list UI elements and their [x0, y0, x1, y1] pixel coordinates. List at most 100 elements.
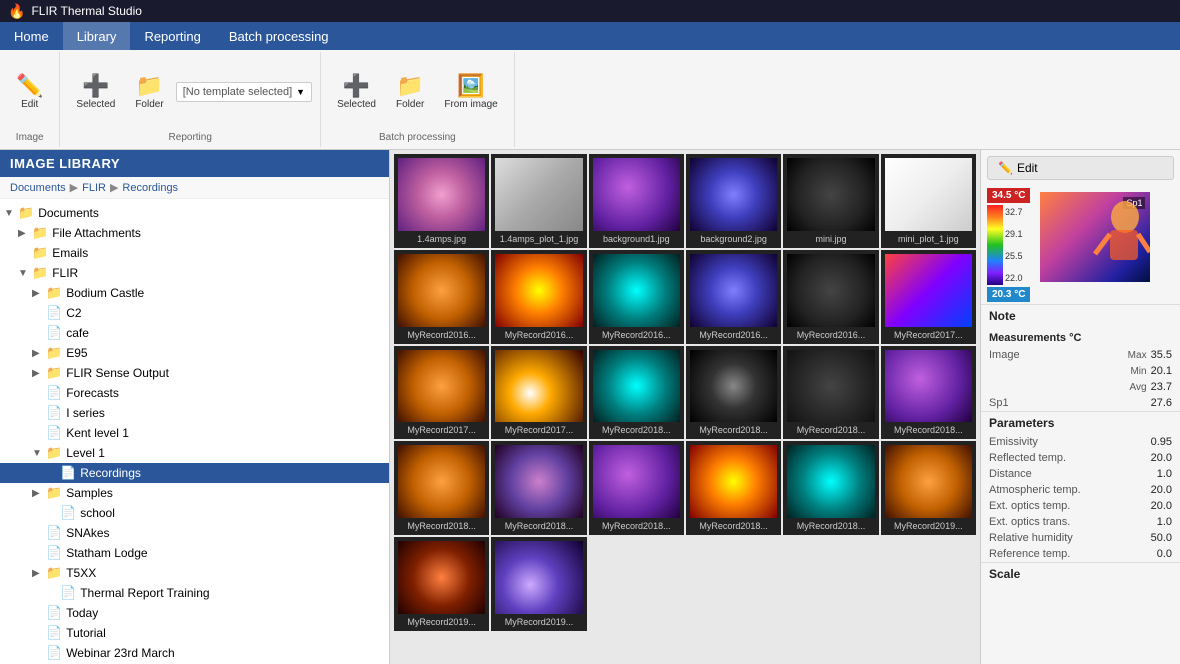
image-label: MyRecord2017... [495, 425, 582, 435]
image-cell[interactable]: MyRecord2017... [394, 346, 489, 440]
menu-home[interactable]: Home [0, 22, 63, 50]
image-cell[interactable]: MyRecord2019... [491, 537, 586, 631]
image-label: MyRecord2017... [885, 330, 972, 340]
image-cell[interactable]: MyRecord2017... [491, 346, 586, 440]
batch-from-image-button[interactable]: 🖼️ From image [436, 71, 505, 114]
tree-item-t5xx[interactable]: ▶ 📁 T5XX [0, 563, 389, 583]
reporting-folder-button[interactable]: 📁 Folder [127, 71, 171, 114]
breadcrumb-documents[interactable]: Documents [10, 182, 66, 194]
tree-item-today[interactable]: 📄 Today [0, 603, 389, 623]
tree-item-forecasts[interactable]: 📄 Forecasts [0, 383, 389, 403]
image-row: Image Max 35.5 [981, 347, 1180, 363]
tree-item-statham[interactable]: 📄 Statham Lodge [0, 543, 389, 563]
tree-item-tutorial[interactable]: 📄 Tutorial [0, 623, 389, 643]
tree-item-cafe[interactable]: 📄 cafe [0, 323, 389, 343]
image-cell[interactable]: MyRecord2016... [589, 250, 684, 344]
template-dropdown[interactable]: [No template selected] ▼ [176, 82, 312, 102]
reporting-selected-button[interactable]: ➕ Selected [68, 71, 123, 114]
image-cell[interactable]: background1.jpg [589, 154, 684, 248]
tree-item-flir[interactable]: ▼ 📁 FLIR [0, 263, 389, 283]
image-cell[interactable]: MyRecord2016... [491, 250, 586, 344]
menu-library[interactable]: Library [63, 22, 131, 50]
add-selected-icon: ➕ [82, 75, 109, 97]
tree-item-webinar23[interactable]: 📄 Webinar 23rd March [0, 643, 389, 663]
image-cell[interactable]: 1.4amps_plot_1.jpg [491, 154, 586, 248]
image-cell[interactable]: background2.jpg [686, 154, 781, 248]
left-panel: IMAGE LIBRARY Documents ▶ FLIR ▶ Recordi… [0, 150, 390, 664]
image-cell[interactable]: MyRecord2016... [686, 250, 781, 344]
chevron-down-icon: ▼ [296, 87, 305, 97]
image-cell[interactable]: MyRecord2017... [881, 250, 976, 344]
image-thumb [593, 254, 680, 327]
image-thumb [495, 445, 582, 518]
image-thumb [495, 541, 582, 614]
batch-selected-button[interactable]: ➕ Selected [329, 71, 384, 114]
image-cell[interactable]: MyRecord2018... [394, 441, 489, 535]
center-panel[interactable]: 1.4amps.jpg 1.4amps_plot_1.jpg backgroun… [390, 150, 980, 664]
arrow-icon: ▶ [32, 288, 46, 299]
tree-item-file-attachments[interactable]: ▶ 📁 File Attachments [0, 223, 389, 243]
file-icon: 📄 [46, 405, 62, 421]
image-cell[interactable]: MyRecord2019... [881, 441, 976, 535]
breadcrumb-recordings[interactable]: Recordings [122, 182, 178, 194]
image-cell[interactable]: MyRecord2019... [394, 537, 489, 631]
tree-item-iseries[interactable]: 📄 I series [0, 403, 389, 423]
pencil-icon: ✏️ [998, 161, 1013, 175]
tree-item-school[interactable]: 📄 school [0, 503, 389, 523]
breadcrumb-flir[interactable]: FLIR [82, 182, 106, 194]
tree-item-kent[interactable]: 📄 Kent level 1 [0, 423, 389, 443]
avg-row: Avg 23.7 [981, 379, 1180, 395]
tree-item-level1[interactable]: ▼ 📁 Level 1 [0, 443, 389, 463]
tree-item-bodium[interactable]: ▶ 📁 Bodium Castle [0, 283, 389, 303]
menu-reporting[interactable]: Reporting [130, 22, 214, 50]
max-label: Max [1128, 350, 1147, 361]
file-icon: 📄 [46, 305, 62, 321]
arrow-icon: ▼ [32, 448, 46, 459]
tree-item-snakes[interactable]: 📄 SNAkes [0, 523, 389, 543]
image-cell[interactable]: MyRecord2018... [783, 441, 878, 535]
library-header: IMAGE LIBRARY [0, 150, 389, 177]
image-cell[interactable]: MyRecord2018... [589, 346, 684, 440]
batch-folder-button[interactable]: 📁 Folder [388, 71, 432, 114]
folder-icon: 📁 [32, 265, 48, 281]
image-cell[interactable]: MyRecord2018... [589, 441, 684, 535]
image-thumb [398, 445, 485, 518]
image-cell[interactable]: MyRecord2018... [881, 346, 976, 440]
edit-panel-button[interactable]: ✏️ Edit [987, 156, 1174, 180]
image-label: MyRecord2018... [593, 521, 680, 531]
image-cell[interactable]: MyRecord2018... [686, 346, 781, 440]
file-icon: 📄 [60, 505, 76, 521]
tree-item-documents[interactable]: ▼ 📁 Documents [0, 203, 389, 223]
file-icon: 📄 [46, 425, 62, 441]
image-cell[interactable]: 1.4amps.jpg [394, 154, 489, 248]
tree-container[interactable]: ▼ 📁 Documents ▶ 📁 File Attachments 📁 Ema… [0, 199, 389, 664]
image-label: MyRecord2018... [690, 521, 777, 531]
tree-item-flir-sense[interactable]: ▶ 📁 FLIR Sense Output [0, 363, 389, 383]
image-label: MyRecord2017... [398, 425, 485, 435]
image-cell[interactable]: MyRecord2018... [783, 346, 878, 440]
tree-item-c2[interactable]: 📄 C2 [0, 303, 389, 323]
menu-batch[interactable]: Batch processing [215, 22, 343, 50]
image-cell[interactable]: mini_plot_1.jpg [881, 154, 976, 248]
tree-item-recordings[interactable]: 📄 Recordings [0, 463, 389, 483]
tree-item-emails[interactable]: 📁 Emails [0, 243, 389, 263]
tree-item-thermal-report[interactable]: 📄 Thermal Report Training [0, 583, 389, 603]
image-label: MyRecord2019... [885, 521, 972, 531]
folder-icon: 📁 [46, 445, 62, 461]
image-cell[interactable]: mini.jpg [783, 154, 878, 248]
arrow-icon: ▶ [18, 228, 32, 239]
tree-item-samples[interactable]: ▶ 📁 Samples [0, 483, 389, 503]
file-icon: 📄 [60, 585, 76, 601]
file-icon: 📄 [46, 525, 62, 541]
app-icon: 🔥 [8, 3, 25, 20]
tree-item-e95[interactable]: ▶ 📁 E95 [0, 343, 389, 363]
image-cell[interactable]: MyRecord2016... [394, 250, 489, 344]
image-cell[interactable]: MyRecord2018... [686, 441, 781, 535]
image-cell[interactable]: MyRecord2018... [491, 441, 586, 535]
image-label: background2.jpg [690, 234, 777, 244]
edit-button[interactable]: ✏️ Edit [8, 71, 51, 114]
file-icon: 📄 [46, 605, 62, 621]
add-folder-icon: 📁 [136, 75, 163, 97]
folder-icon: 📁 [32, 225, 48, 241]
image-cell[interactable]: MyRecord2016... [783, 250, 878, 344]
